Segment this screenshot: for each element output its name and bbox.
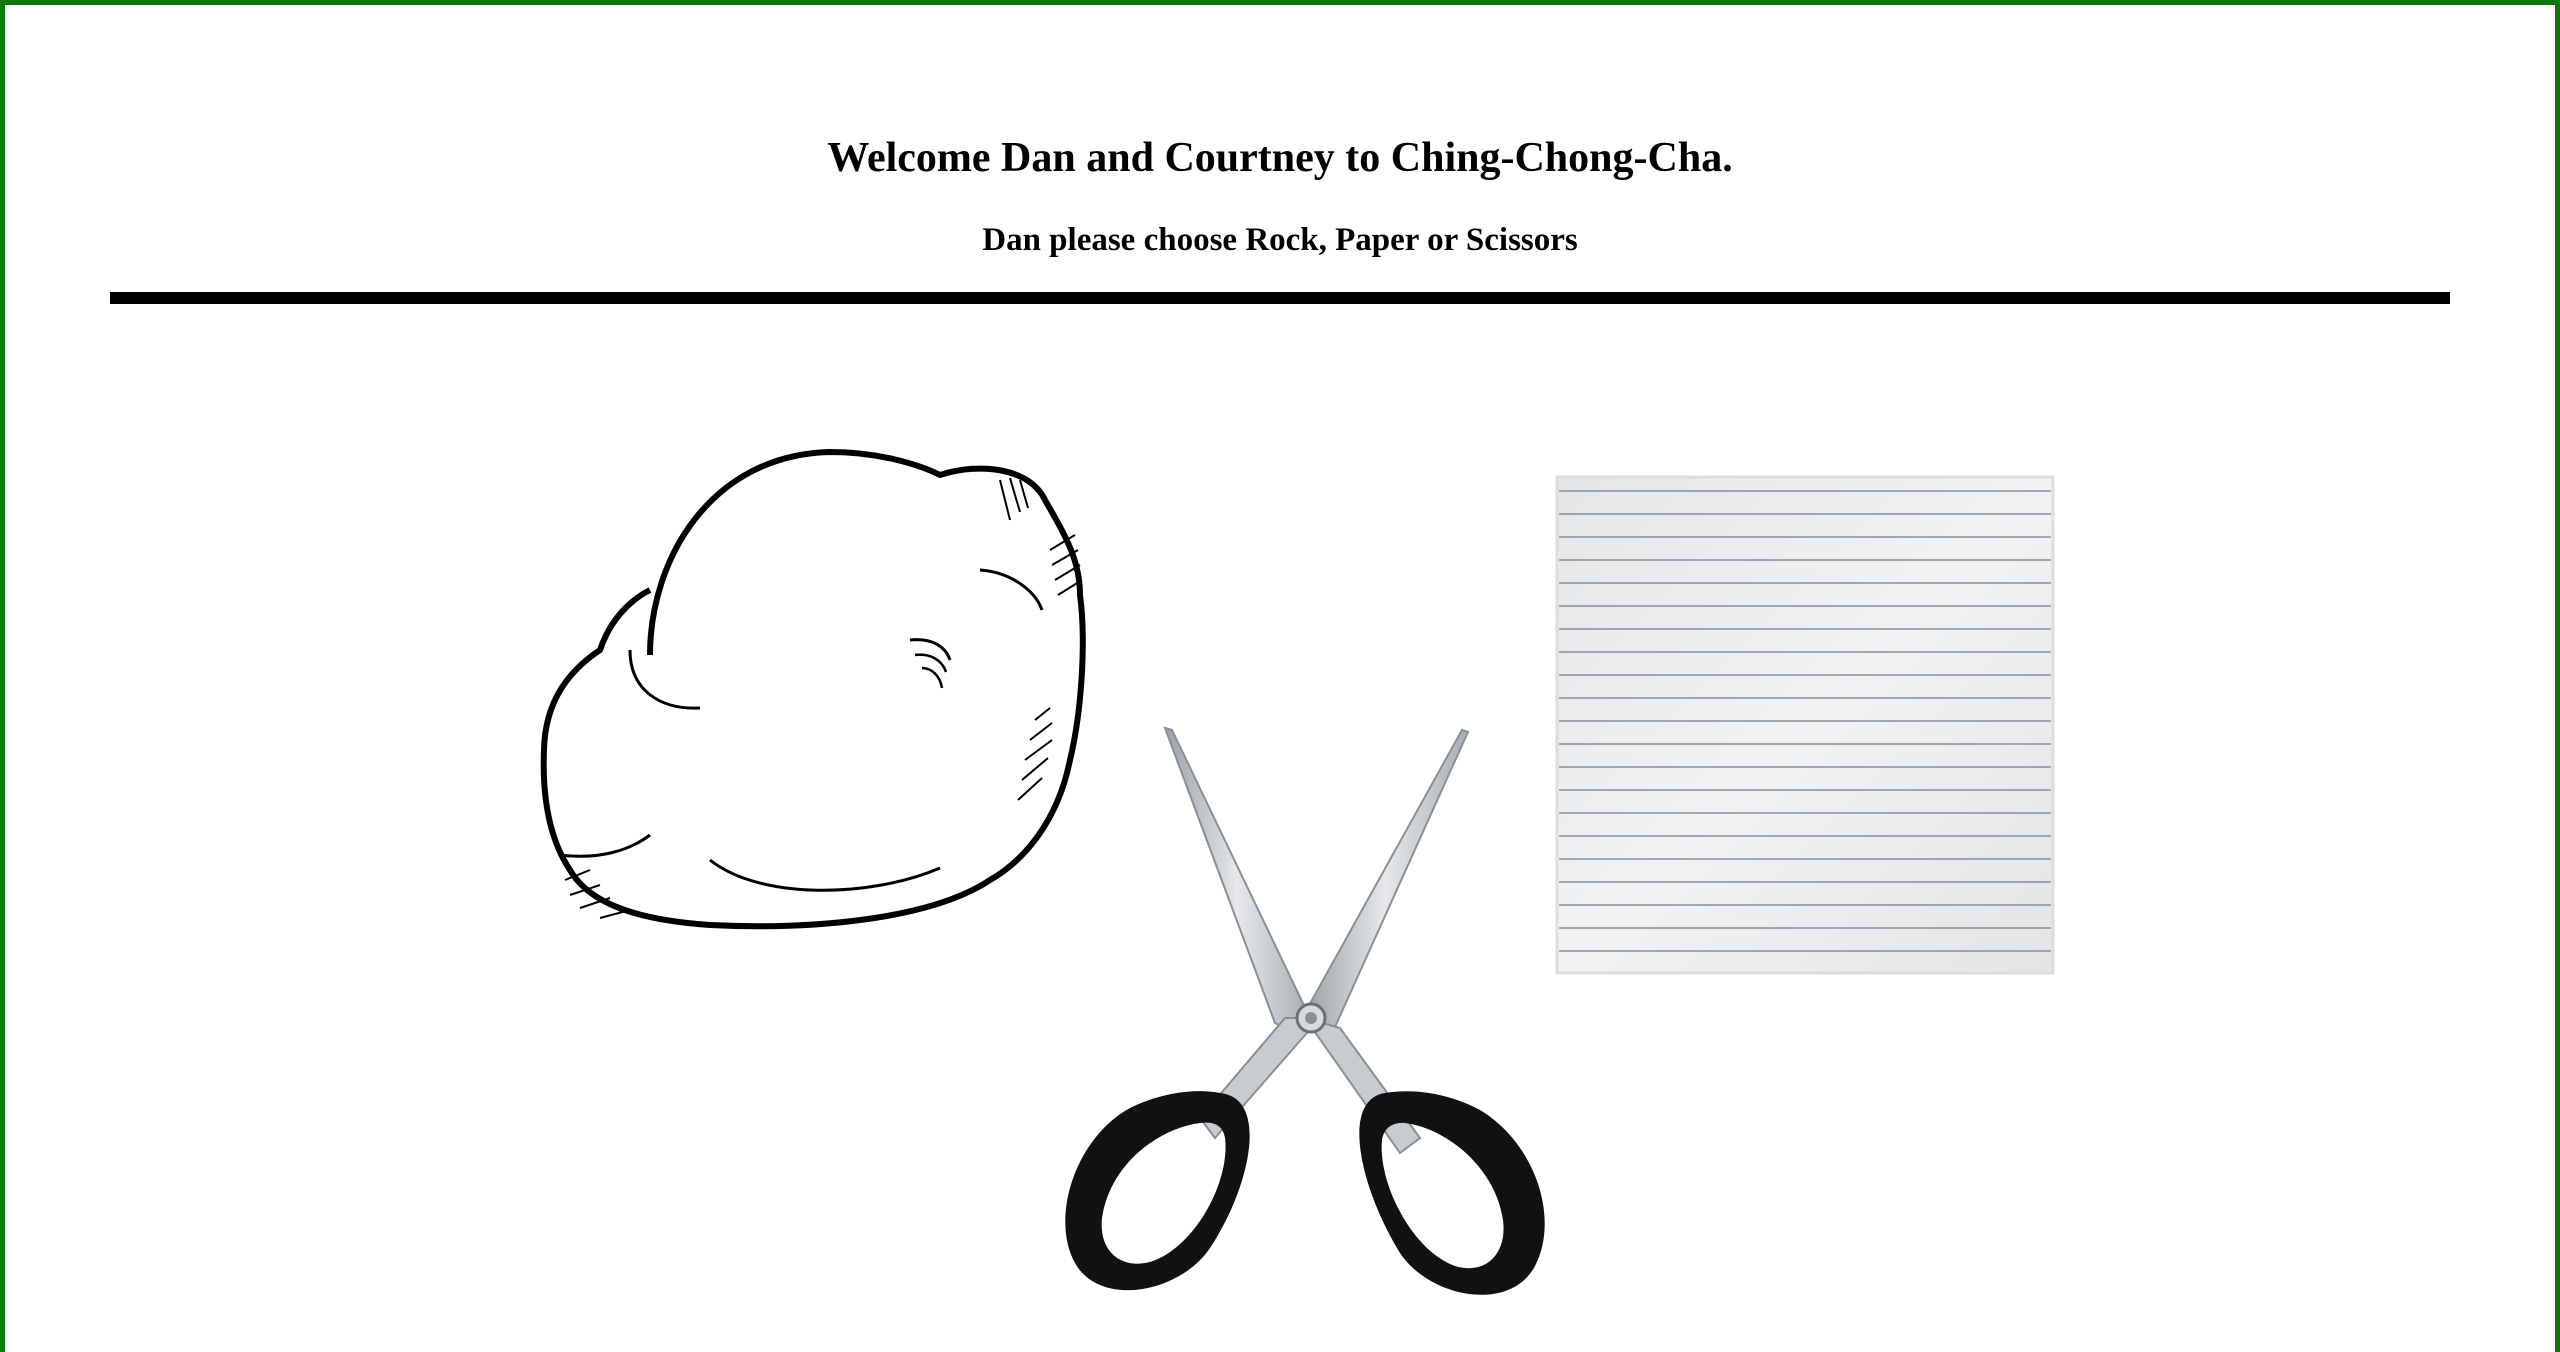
scissors-choice-button[interactable] [1040, 718, 1570, 1318]
rock-icon [540, 449, 1086, 930]
choose-prompt: Dan please choose Rock, Paper or Scissor… [982, 222, 1578, 258]
rock-choice-button[interactable] [530, 440, 1090, 1000]
paper-choice-button[interactable] [1555, 475, 2055, 975]
scissors-icon [1065, 726, 1545, 1295]
paper-icon [1555, 475, 2055, 975]
page-title: Welcome Dan and Courtney to Ching-Chong-… [827, 135, 1733, 181]
divider [110, 292, 2450, 304]
